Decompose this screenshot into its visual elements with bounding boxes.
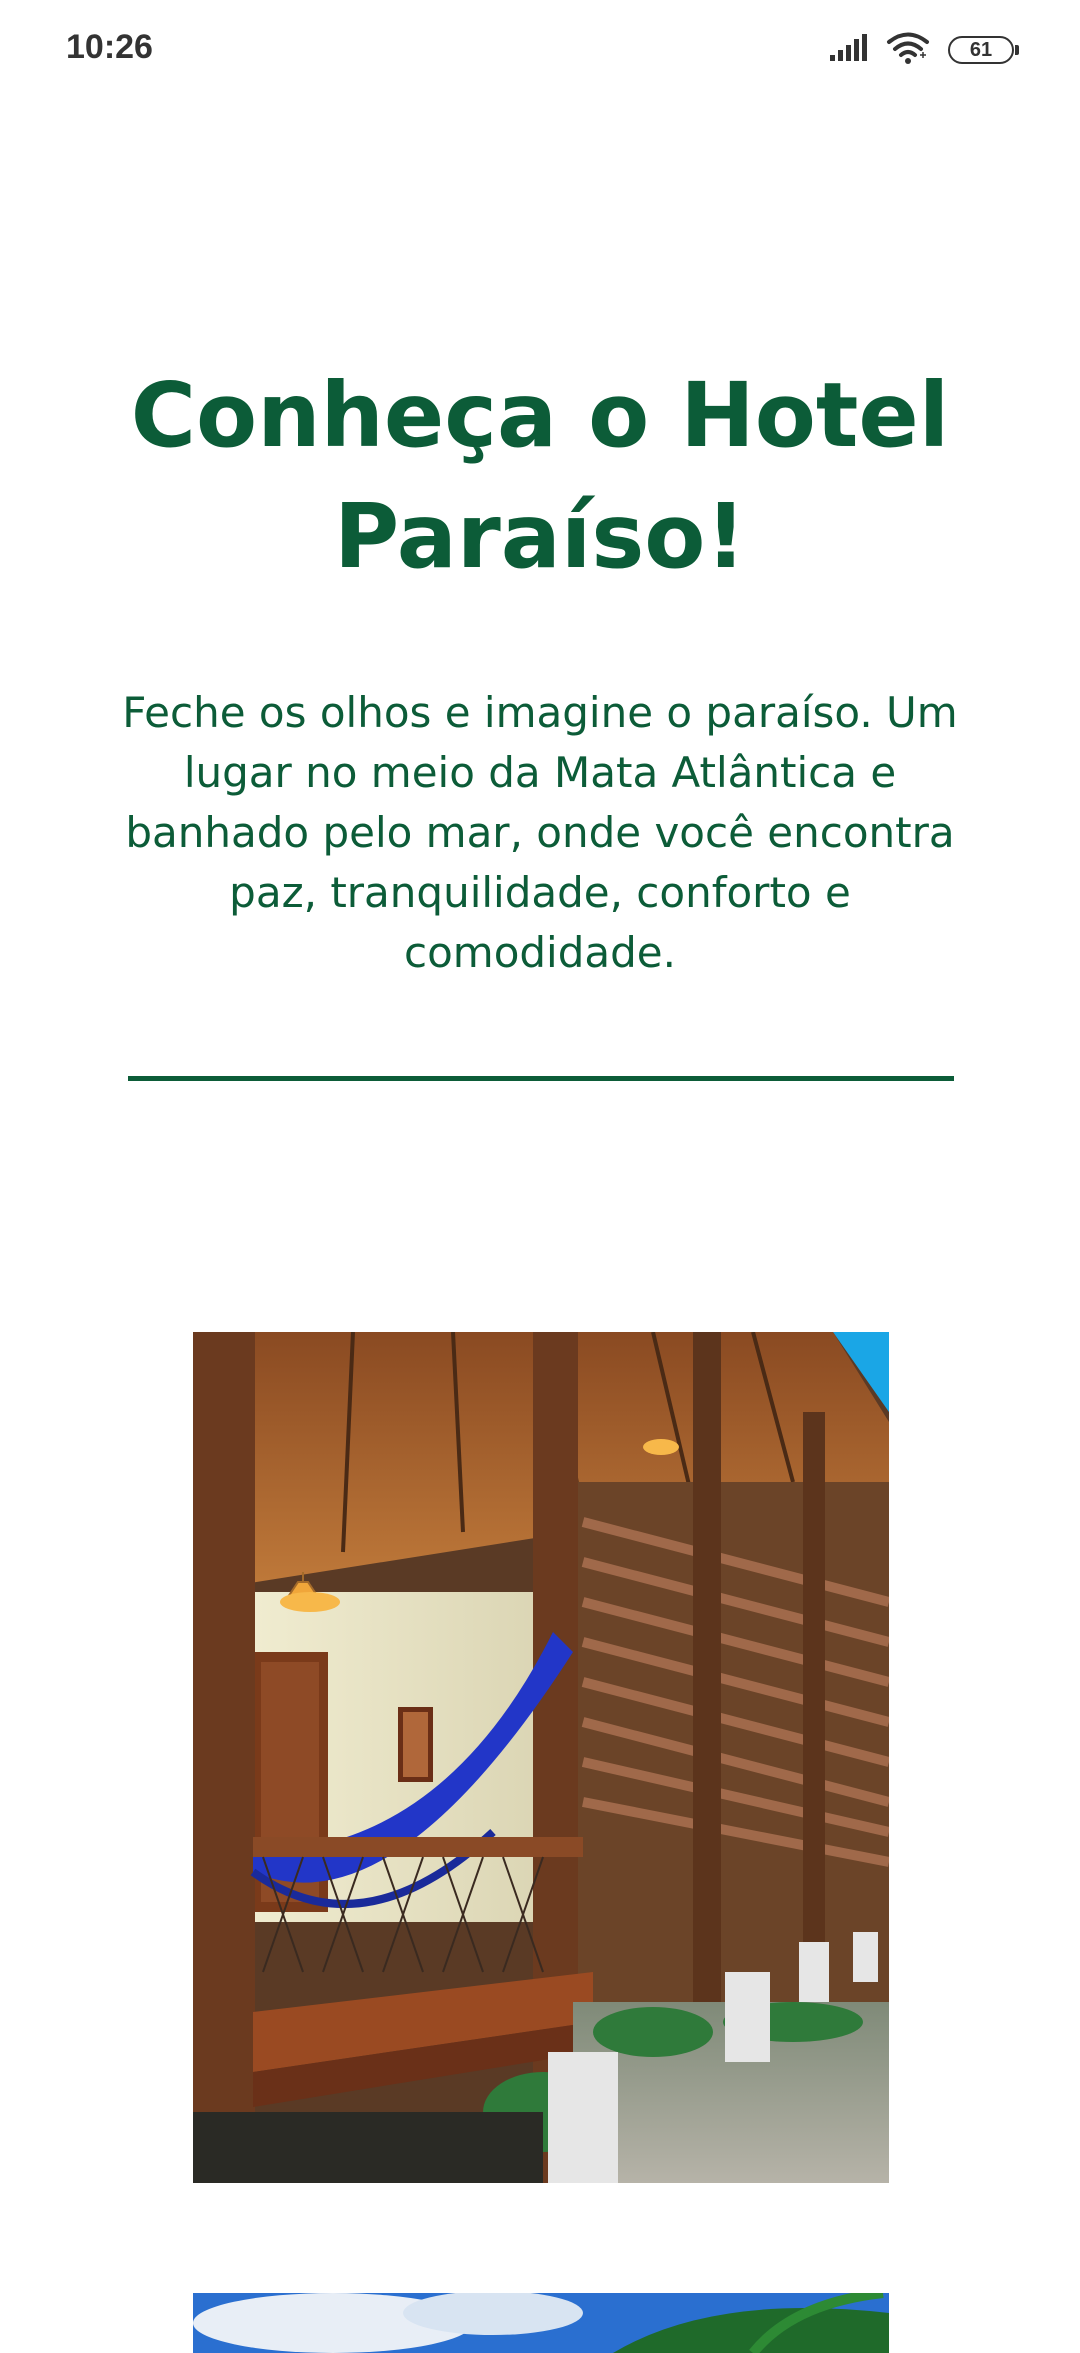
status-time: 10:26 [66,28,153,66]
signal-icon [828,33,868,67]
battery-level: 61 [969,38,993,61]
page-title: Conheça o Hotel Paraíso! [130,363,950,588]
wifi-icon [886,31,930,69]
intro-paragraph: Feche os olhos e imagine o paraíso. Um l… [122,688,958,977]
section-divider [128,1076,954,1081]
status-bar: 10:26 61 [0,0,1080,100]
battery-icon: 61 [948,36,1019,64]
hotel-veranda-photo [193,1332,889,2183]
status-icons: 61 [828,30,1019,70]
beach-palm-photo [193,2293,889,2353]
